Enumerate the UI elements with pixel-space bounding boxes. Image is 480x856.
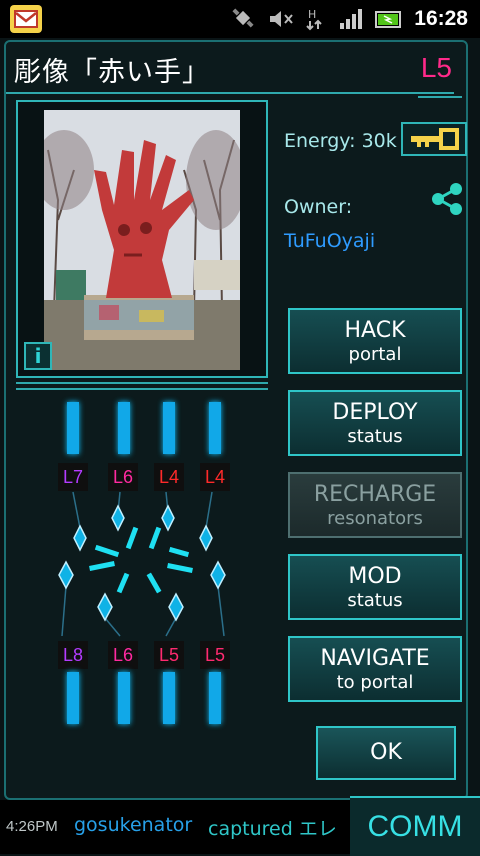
portal-level-badge: L5 bbox=[420, 52, 452, 83]
title-divider-accent bbox=[418, 96, 462, 98]
recharge-sublabel: resonators bbox=[327, 508, 423, 529]
resonator-level: L5 bbox=[154, 641, 184, 669]
portal-title: 彫像「赤い手」 bbox=[14, 57, 210, 88]
ok-button[interactable]: OK bbox=[316, 726, 456, 780]
recharge-resonators-button[interactable]: RECHARGE resonators bbox=[288, 472, 462, 538]
resonator-level: L4 bbox=[154, 463, 184, 491]
comm-button[interactable]: COMM bbox=[350, 796, 480, 856]
resonator-energy-bar bbox=[67, 672, 79, 724]
comm-message: captured エレ bbox=[208, 818, 337, 840]
resonator-ring-graphic bbox=[58, 491, 226, 637]
svg-text:H: H bbox=[308, 8, 316, 21]
hack-sublabel: portal bbox=[348, 344, 402, 365]
recharge-label: RECHARGE bbox=[313, 482, 437, 507]
energy-label: Energy: 30k bbox=[284, 130, 397, 152]
navigate-label: NAVIGATE bbox=[320, 646, 430, 671]
data-transfer-icon: H bbox=[302, 7, 332, 31]
resonator-level: L4 bbox=[200, 463, 230, 491]
resonator-level: L6 bbox=[108, 641, 138, 669]
resonator-energy-bar bbox=[163, 672, 175, 724]
comm-timestamp: 4:26PM bbox=[6, 818, 58, 835]
resonator-energy-bar bbox=[118, 402, 130, 454]
mod-sublabel: status bbox=[347, 590, 403, 611]
owner-name[interactable]: TuFuOyaji bbox=[284, 230, 375, 252]
owner-label: Owner: bbox=[284, 196, 353, 218]
title-divider bbox=[6, 92, 454, 94]
deploy-label: DEPLOY bbox=[332, 400, 418, 425]
comm-username[interactable]: gosukenator bbox=[74, 814, 192, 836]
mute-icon bbox=[266, 7, 296, 31]
image-divider-1 bbox=[16, 382, 268, 384]
portal-photo[interactable] bbox=[44, 110, 240, 370]
resonator-energy-bar bbox=[163, 402, 175, 454]
resonator-energy-bar bbox=[118, 672, 130, 724]
battery-icon bbox=[374, 7, 404, 31]
navigate-portal-button[interactable]: NAVIGATE to portal bbox=[288, 636, 462, 702]
deploy-sublabel: status bbox=[347, 426, 403, 447]
resonator-level: L5 bbox=[200, 641, 230, 669]
share-icon[interactable] bbox=[430, 182, 464, 216]
signal-icon bbox=[338, 7, 368, 31]
resonator-level: L6 bbox=[108, 463, 138, 491]
mod-label: MOD bbox=[348, 564, 402, 589]
portal-info-button[interactable]: i bbox=[24, 342, 52, 370]
hack-portal-button[interactable]: HACK portal bbox=[288, 308, 462, 374]
resonator-energy-bar bbox=[67, 402, 79, 454]
portal-key-button[interactable] bbox=[401, 122, 467, 156]
resonator-energy-bar bbox=[209, 672, 221, 724]
resonator-energy-bar bbox=[209, 402, 221, 454]
gps-icon bbox=[230, 7, 260, 31]
mod-status-button[interactable]: MOD status bbox=[288, 554, 462, 620]
key-icon bbox=[411, 128, 459, 150]
image-divider-2 bbox=[16, 388, 268, 390]
status-bar: H 16:28 bbox=[0, 0, 480, 38]
mail-notification-icon[interactable] bbox=[10, 5, 42, 33]
navigate-sublabel: to portal bbox=[336, 672, 414, 693]
deploy-status-button[interactable]: DEPLOY status bbox=[288, 390, 462, 456]
clock: 16:28 bbox=[414, 7, 468, 30]
resonator-level: L7 bbox=[58, 463, 88, 491]
hack-label: HACK bbox=[344, 318, 406, 343]
resonator-level: L8 bbox=[58, 641, 88, 669]
